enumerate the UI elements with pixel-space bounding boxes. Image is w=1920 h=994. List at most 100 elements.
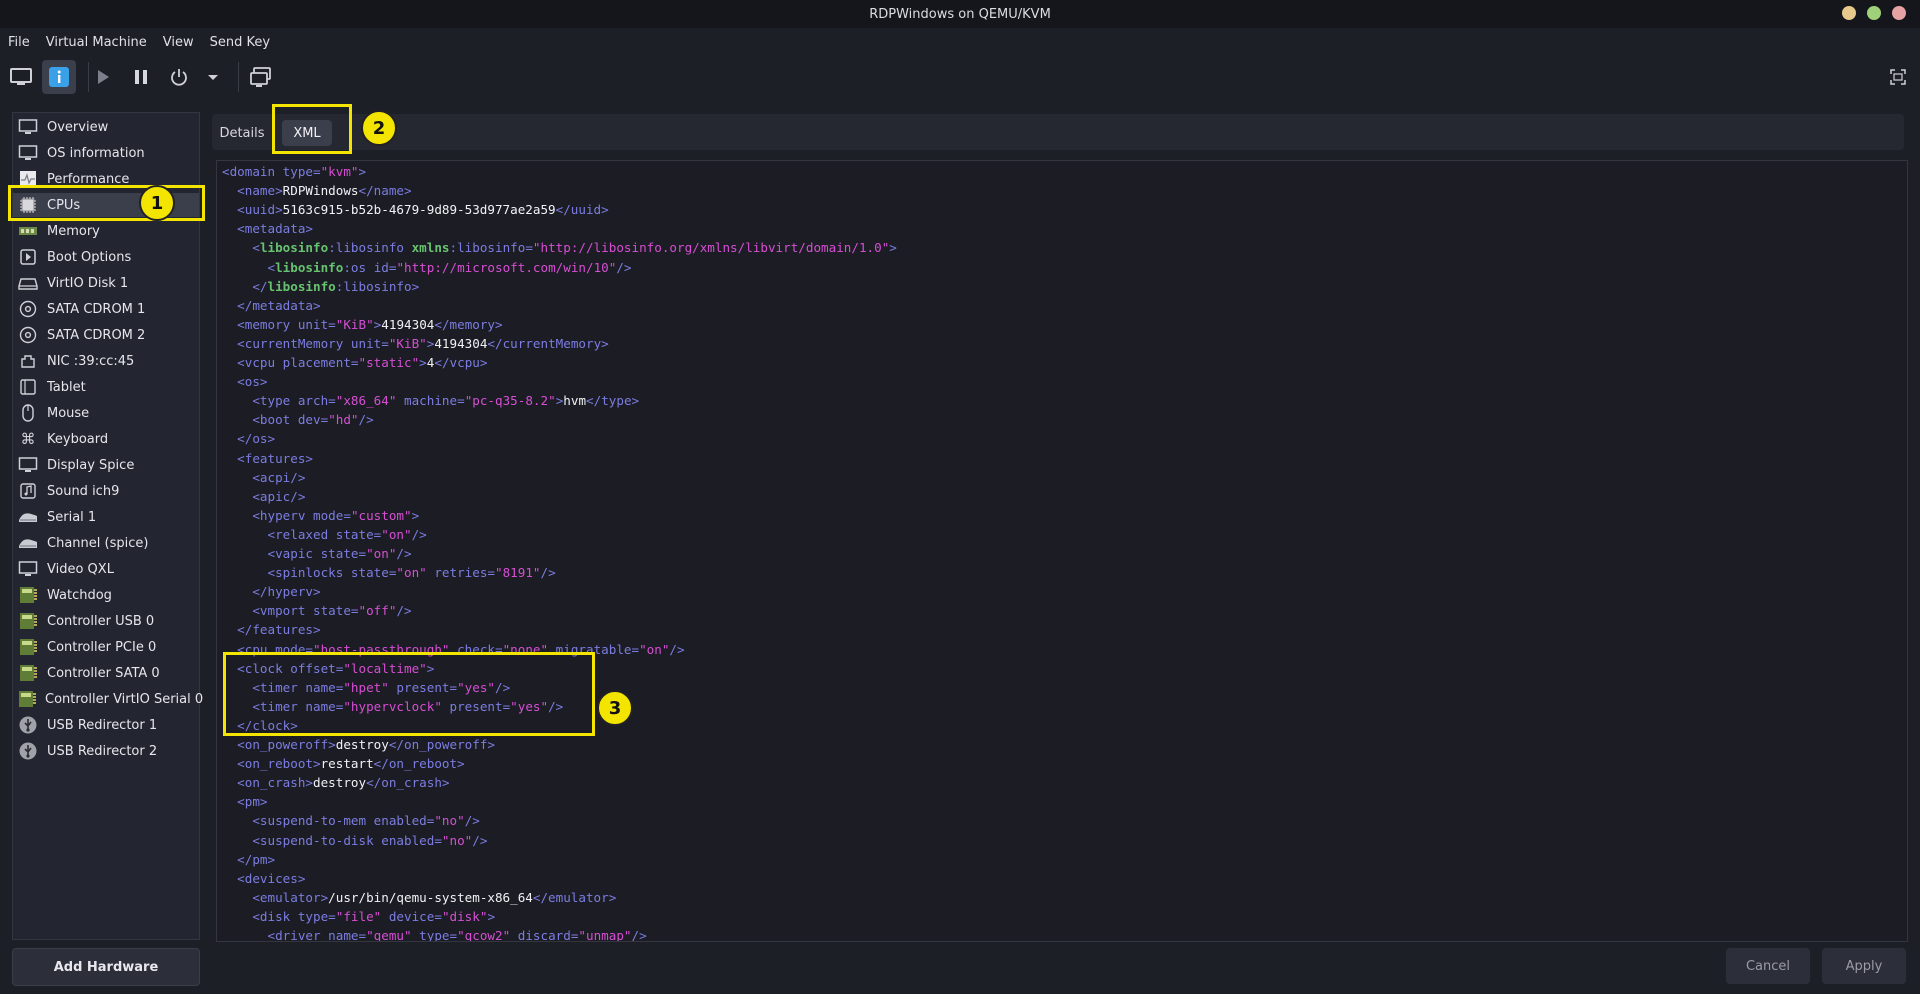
sidebar-item-sound-ich9[interactable]: Sound ich9 bbox=[13, 479, 199, 503]
xml-token: libosinfo bbox=[275, 259, 344, 275]
xml-token: <boot bbox=[252, 412, 298, 428]
sidebar-item-os-information[interactable]: OS information bbox=[13, 141, 199, 165]
xml-line: <apic/> bbox=[222, 487, 305, 506]
xml-token: state= bbox=[350, 565, 397, 581]
sidebar-item-serial-1[interactable]: Serial 1 bbox=[13, 505, 199, 529]
sidebar-item-usb-redirector-2[interactable]: USB Redirector 2 bbox=[13, 739, 199, 763]
xml-token: <on_poweroff> bbox=[237, 737, 336, 752]
xml-token: "KiB" bbox=[388, 335, 427, 351]
cancel-button[interactable]: Cancel bbox=[1726, 948, 1810, 984]
sidebar-item-tablet[interactable]: Tablet bbox=[13, 375, 199, 399]
xml-line: <hyperv mode="custom"> bbox=[222, 506, 419, 525]
sidebar-item-usb-redirector-1[interactable]: USB Redirector 1 bbox=[13, 713, 199, 737]
xml-token: > bbox=[411, 507, 420, 523]
sidebar-item-nic[interactable]: NIC :39:cc:45 bbox=[13, 349, 199, 373]
card-icon bbox=[17, 689, 37, 709]
xml-token: mode= bbox=[313, 507, 351, 523]
fullscreen-button[interactable] bbox=[1883, 62, 1913, 92]
minimize-button[interactable] bbox=[1842, 6, 1856, 20]
xml-token: unit= bbox=[350, 335, 389, 351]
run-button[interactable] bbox=[88, 62, 118, 92]
close-button[interactable] bbox=[1892, 6, 1906, 20]
network-icon bbox=[17, 351, 39, 371]
sidebar-item-display-spice[interactable]: Display Spice bbox=[13, 453, 199, 477]
xml-line: <vapic state="on"/> bbox=[222, 544, 412, 563]
sidebar-item-channel-spice[interactable]: Channel (spice) bbox=[13, 531, 199, 555]
xml-line: <name>RDPWindows</name> bbox=[222, 181, 411, 200]
xml-token: </features> bbox=[237, 622, 321, 638]
xml-token: "hd" bbox=[328, 412, 359, 428]
add-hardware-button[interactable]: Add Hardware bbox=[12, 948, 200, 986]
xml-token: <vmport bbox=[252, 603, 314, 619]
xml-token: <driver bbox=[267, 928, 329, 942]
sidebar-item-mouse[interactable]: Mouse bbox=[13, 401, 199, 425]
annotation-badge-2: 2 bbox=[361, 110, 397, 146]
xml-token: <vcpu bbox=[237, 355, 283, 370]
tab-details[interactable]: Details bbox=[216, 120, 268, 146]
xml-editor[interactable]: <domain type="kvm"> <name>RDPWindows</na… bbox=[216, 160, 1908, 942]
sidebar-item-virtio-disk-1[interactable]: VirtIO Disk 1 bbox=[13, 271, 199, 295]
menu-view[interactable]: View bbox=[155, 35, 202, 50]
xml-line: <vmport state="off"/> bbox=[222, 601, 411, 620]
xml-token: "no" bbox=[434, 813, 465, 829]
xml-token: state= bbox=[335, 526, 382, 542]
shutdown-menu-button[interactable] bbox=[202, 62, 224, 92]
xml-token: libosinfo bbox=[267, 278, 336, 294]
sidebar-item-label: USB Redirector 1 bbox=[47, 717, 158, 733]
xml-token: </os> bbox=[237, 431, 276, 447]
screenshot-button[interactable] bbox=[246, 62, 276, 92]
sidebar-item-label: Serial 1 bbox=[47, 509, 97, 525]
sidebar-item-label: Video QXL bbox=[47, 561, 114, 577]
maximize-button[interactable] bbox=[1867, 6, 1881, 20]
xml-token: <name> bbox=[237, 183, 283, 199]
apply-button[interactable]: Apply bbox=[1822, 948, 1906, 984]
sidebar-item-video-qxl[interactable]: Video QXL bbox=[13, 557, 199, 581]
xml-token: <type bbox=[252, 393, 298, 409]
sidebar-item-memory[interactable]: Memory bbox=[13, 219, 199, 243]
xml-token: </pm> bbox=[237, 851, 276, 867]
sidebar-item-controller-sata-0[interactable]: Controller SATA 0 bbox=[13, 661, 199, 685]
console-button[interactable] bbox=[6, 62, 36, 92]
xml-token: "on" bbox=[381, 526, 412, 542]
serial-icon bbox=[17, 507, 39, 527]
pause-button[interactable] bbox=[126, 62, 156, 92]
sidebar-item-keyboard[interactable]: ⌘ Keyboard bbox=[13, 427, 199, 451]
xml-token: "pc-q35-8.2" bbox=[464, 393, 556, 409]
sidebar-item-label: SATA CDROM 2 bbox=[47, 327, 146, 343]
sidebar-item-controller-virtio-serial-0[interactable]: Controller VirtIO Serial 0 bbox=[13, 687, 203, 711]
sidebar-item-label: Tablet bbox=[47, 379, 86, 395]
serial-icon bbox=[17, 533, 39, 553]
sidebar-item-controller-usb-0[interactable]: Controller USB 0 bbox=[13, 609, 199, 633]
menu-file[interactable]: File bbox=[0, 35, 38, 50]
xml-token: </emulator> bbox=[532, 889, 617, 905]
menu-send-key[interactable]: Send Key bbox=[202, 35, 278, 50]
sidebar-item-boot-options[interactable]: Boot Options bbox=[13, 245, 199, 269]
xml-token: /> bbox=[631, 928, 647, 942]
sidebar-item-label: Memory bbox=[47, 223, 100, 239]
menu-virtual-machine[interactable]: Virtual Machine bbox=[38, 35, 155, 50]
info-icon bbox=[49, 67, 69, 87]
sidebar-item-label: Controller SATA 0 bbox=[47, 665, 160, 681]
sidebar-item-overview[interactable]: Overview bbox=[13, 115, 199, 139]
usb-icon bbox=[17, 715, 39, 735]
details-button[interactable] bbox=[42, 60, 76, 94]
xml-token: <vapic bbox=[267, 546, 321, 561]
xml-line: <uuid>5163c915-b52b-4679-9d89-53d977ae2a… bbox=[222, 200, 609, 219]
card-icon bbox=[17, 637, 39, 657]
xml-token: unit= bbox=[297, 316, 336, 332]
xml-token: </on_poweroff> bbox=[388, 737, 495, 752]
xml-line: <boot dev="hd"/> bbox=[222, 410, 373, 429]
sidebar-item-sata-cdrom-2[interactable]: SATA CDROM 2 bbox=[13, 323, 199, 347]
xml-token: <metadata> bbox=[237, 221, 313, 237]
xml-token: <on_crash> bbox=[237, 775, 313, 791]
xml-line: <memory unit="KiB">4194304</memory> bbox=[222, 315, 502, 334]
xml-token: <suspend-to-disk bbox=[252, 832, 382, 848]
sidebar-item-sata-cdrom-1[interactable]: SATA CDROM 1 bbox=[13, 297, 199, 321]
xml-token: </uuid> bbox=[555, 202, 609, 218]
xml-token: :os bbox=[343, 259, 374, 275]
sidebar-item-watchdog[interactable]: Watchdog bbox=[13, 583, 199, 607]
xml-line: <relaxed state="on"/> bbox=[222, 525, 427, 544]
sidebar-item-controller-pcie-0[interactable]: Controller PCIe 0 bbox=[13, 635, 199, 659]
shutdown-button[interactable] bbox=[164, 62, 194, 92]
xml-token: <devices> bbox=[237, 870, 306, 886]
